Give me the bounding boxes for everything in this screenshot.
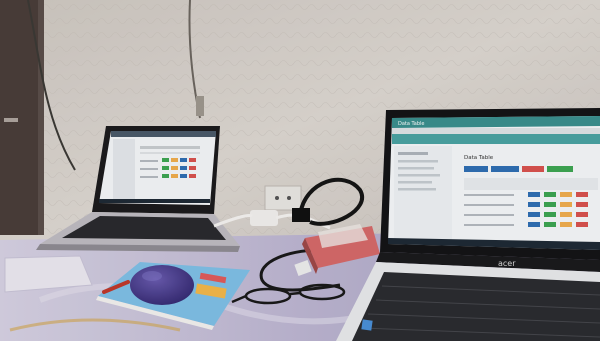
scene-illustration: Data Table Data Table acer [0,0,600,341]
desk-photo: Data Table Data Table acer [0,0,600,341]
